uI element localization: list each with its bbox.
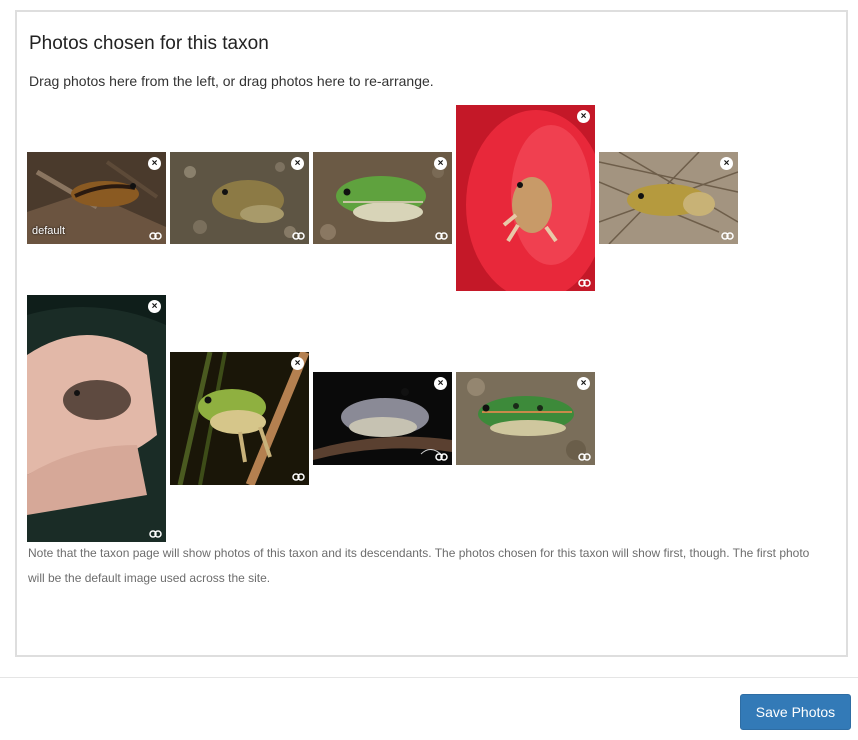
footer-divider	[0, 677, 858, 678]
remove-photo-icon[interactable]: ×	[720, 157, 733, 170]
remove-photo-icon[interactable]: ×	[291, 157, 304, 170]
drag-instructions: Drag photos here from the left, or drag …	[29, 73, 434, 89]
photo-tile[interactable]: ×	[170, 352, 309, 485]
photo-tile[interactable]: ×	[456, 372, 595, 465]
link-icon[interactable]	[435, 231, 448, 241]
photo-tile[interactable]: ×	[313, 152, 452, 244]
remove-photo-icon[interactable]: ×	[291, 357, 304, 370]
frog-photo	[456, 372, 595, 465]
frog-photo	[170, 152, 309, 244]
link-icon[interactable]	[149, 529, 162, 539]
remove-photo-icon[interactable]: ×	[434, 157, 447, 170]
default-photo-note: Note that the taxon page will show photo…	[28, 546, 810, 585]
link-icon[interactable]	[149, 231, 162, 241]
remove-photo-icon[interactable]: ×	[434, 377, 447, 390]
remove-photo-icon[interactable]: ×	[148, 300, 161, 313]
frog-photo	[27, 295, 166, 542]
link-icon[interactable]	[292, 472, 305, 482]
link-icon[interactable]	[435, 452, 448, 462]
panel-title: Photos chosen for this taxon	[29, 33, 269, 54]
frog-photo	[313, 372, 452, 465]
photo-tile[interactable]: ×	[599, 152, 738, 244]
photo-tile[interactable]: ×	[313, 372, 452, 465]
photo-tile[interactable]: ×	[456, 105, 595, 291]
remove-photo-icon[interactable]: ×	[577, 377, 590, 390]
frog-photo	[456, 105, 595, 291]
link-icon[interactable]	[578, 278, 591, 288]
photo-tile[interactable]: ×	[170, 152, 309, 244]
remove-photo-icon[interactable]: ×	[148, 157, 161, 170]
link-icon[interactable]	[721, 231, 734, 241]
remove-photo-icon[interactable]: ×	[577, 110, 590, 123]
frog-photo	[313, 152, 452, 244]
frog-photo	[170, 352, 309, 485]
frog-photo	[599, 152, 738, 244]
photo-tile[interactable]: ×	[27, 295, 166, 542]
link-icon[interactable]	[292, 231, 305, 241]
save-photos-button[interactable]: Save Photos	[740, 694, 851, 730]
default-photo-label: default	[32, 225, 66, 237]
photo-tile[interactable]: default ×	[27, 152, 166, 244]
link-icon[interactable]	[578, 452, 591, 462]
